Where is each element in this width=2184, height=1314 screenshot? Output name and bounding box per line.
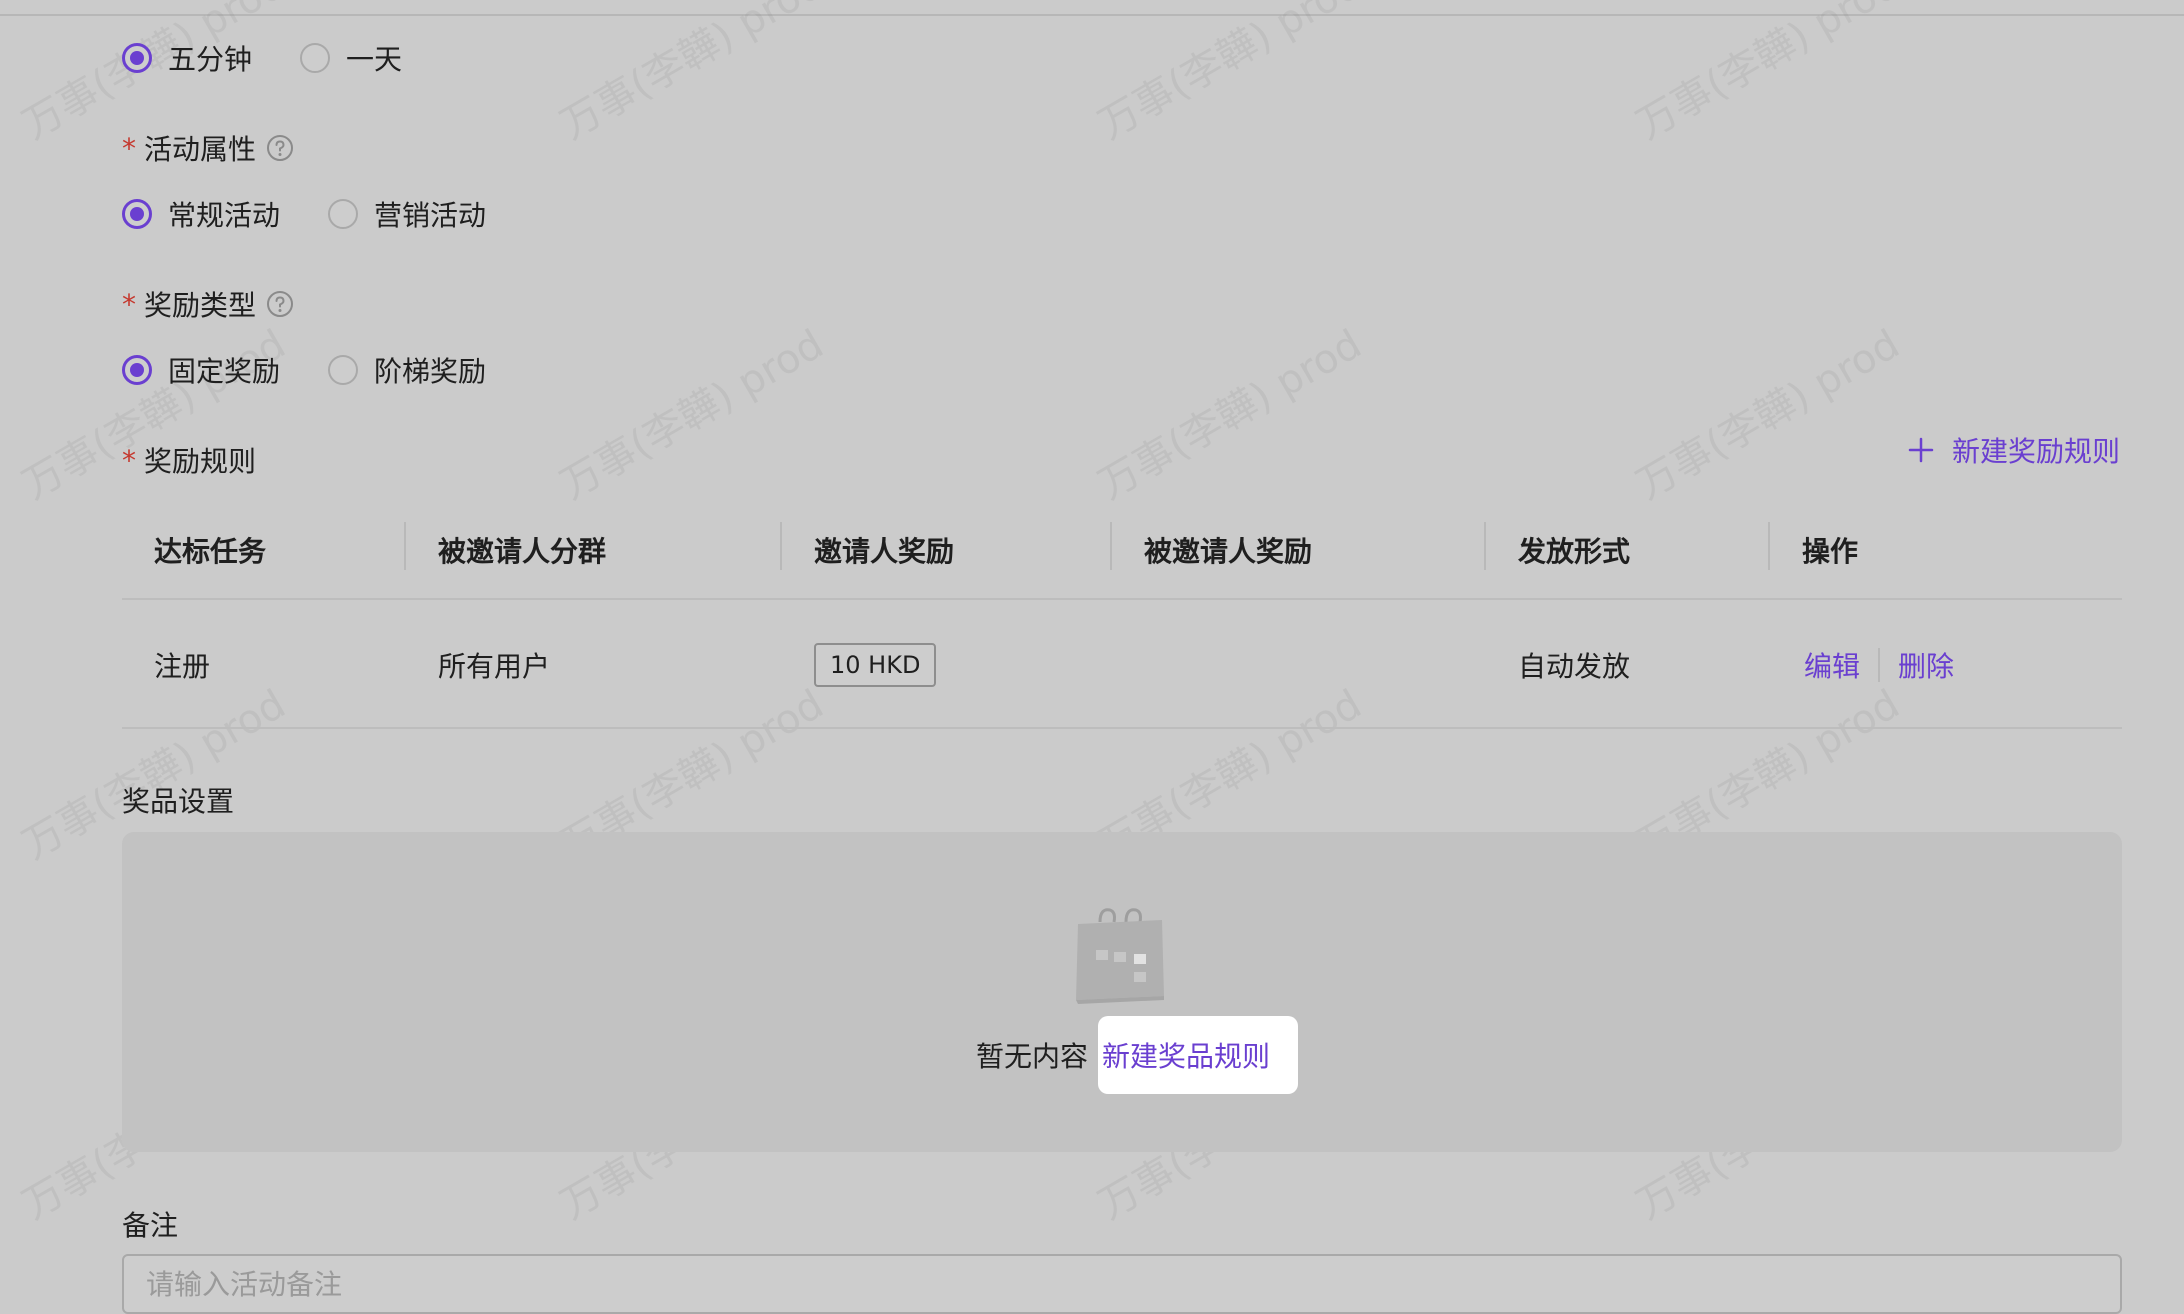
radio-label: 常规活动 [168,199,281,232]
top-divider [0,14,2184,16]
empty-state-text: 暂无内容 [976,1040,1089,1073]
column-separator [1110,522,1112,570]
radio-checked-icon[interactable] [122,199,152,229]
watermark: 万事(李韡) prod [553,0,832,149]
remark-input[interactable] [122,1254,2122,1314]
reward-option-tiered[interactable]: 阶梯奖励 [328,350,486,390]
help-icon[interactable] [266,290,294,318]
watermark: 万事(李韡) prod [1091,321,1370,509]
plus-icon [1908,437,1934,463]
duration-option-one-day[interactable]: 一天 [300,38,402,78]
radio-label: 阶梯奖励 [374,355,487,388]
reward-tag: 10 HKD [814,643,937,687]
activity-attribute-radio-group: 常规活动 营销活动 [122,194,534,234]
help-icon[interactable] [266,134,294,162]
activity-option-marketing[interactable]: 营销活动 [328,194,486,234]
column-separator [404,522,406,570]
column-separator [780,522,782,570]
reward-option-fixed[interactable]: 固定奖励 [122,350,280,390]
reward-type-label: * 奖励类型 [122,284,294,324]
watermark: 万事(李韡) prod [15,321,294,509]
required-mark: * [122,443,136,477]
create-prize-rule-button[interactable]: 新建奖品规则 [1098,1016,1299,1094]
watermark: 万事(李韡) prod [553,321,832,509]
radio-unchecked-icon[interactable] [328,355,359,385]
add-reward-rule-button[interactable]: 新建奖励规则 [1908,430,2120,470]
column-header-invitee-reward: 被邀请人奖励 [1144,535,1313,568]
column-separator [1484,522,1486,570]
field-label-text: 活动属性 [144,133,257,166]
radio-label: 五分钟 [168,43,253,76]
radio-label: 营销活动 [374,199,487,232]
watermark: 万事(李韡) prod [1629,321,1908,509]
activity-option-regular[interactable]: 常规活动 [122,194,280,234]
reward-type-radio-group: 固定奖励 阶梯奖励 [122,350,534,390]
cell-actions: 编辑 删除 [1804,633,1954,697]
cell-task: 注册 [154,650,211,683]
radio-checked-icon[interactable] [122,43,152,73]
reward-rules-table-header: 达标任务 被邀请人分群 邀请人奖励 被邀请人奖励 发放形式 操作 [122,504,2122,596]
cell-segment: 所有用户 [438,650,551,683]
table-header-divider [122,598,2122,600]
column-separator [1768,522,1770,570]
column-header-distribution: 发放形式 [1518,535,1631,568]
radio-label: 固定奖励 [168,355,281,388]
watermark: 万事(李韡) prod [1091,0,1370,149]
remark-title: 备注 [122,1209,179,1242]
empty-state: 暂无内容 新建奖品规则 [976,1016,1299,1094]
field-label-text: 奖励规则 [144,445,257,478]
required-mark: * [122,287,136,321]
table-row-divider [122,727,2122,729]
column-header-inviter-reward: 邀请人奖励 [814,535,955,568]
reward-rules-label: * 奖励规则 [122,440,256,480]
prize-settings-title: 奖品设置 [122,785,235,818]
radio-unchecked-icon[interactable] [300,43,331,73]
activity-attribute-label: * 活动属性 [122,128,294,168]
column-header-segment: 被邀请人分群 [438,535,607,568]
add-reward-rule-label: 新建奖励规则 [1951,435,2120,468]
radio-label: 一天 [346,43,403,76]
radio-unchecked-icon[interactable] [328,199,359,229]
delete-button[interactable]: 删除 [1898,645,1954,685]
watermark: 万事(李韡) prod [1629,0,1908,149]
cell-inviter-reward: 10 HKD [814,633,937,697]
field-label-text: 奖励类型 [144,289,257,322]
column-header-task: 达标任务 [154,535,267,568]
radio-checked-icon[interactable] [122,355,152,385]
action-separator [1878,648,1881,682]
empty-calendar-icon [1076,908,1164,1004]
duration-option-five-minutes[interactable]: 五分钟 [122,38,252,78]
edit-button[interactable]: 编辑 [1804,645,1860,685]
required-mark: * [122,131,136,165]
column-header-actions: 操作 [1802,535,1859,568]
cell-distribution: 自动发放 [1518,650,1631,683]
duration-radio-group: 五分钟 一天 [122,38,450,78]
